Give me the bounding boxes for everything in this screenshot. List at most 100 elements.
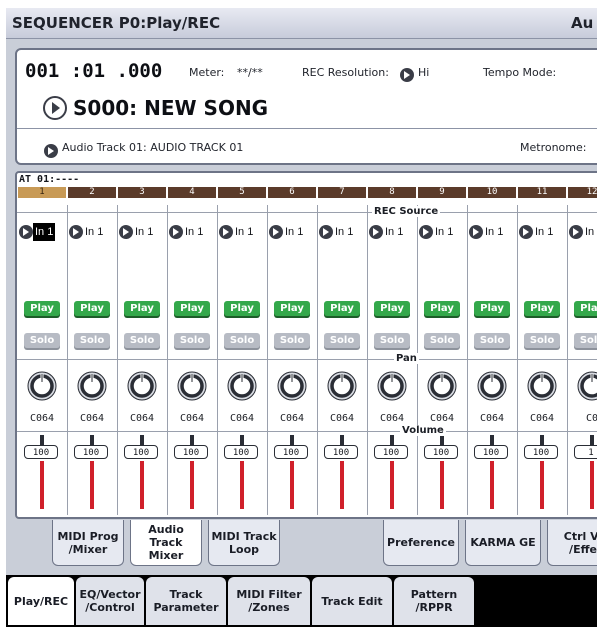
rec-resolution-value[interactable]: Hi (418, 66, 429, 79)
tab-ctrl-view-effects[interactable]: Ctrl Vi /Effe (547, 520, 597, 566)
rec-source-select[interactable]: In 1 (269, 223, 305, 241)
tab-midi-track-loop[interactable]: MIDI Track Loop (208, 520, 280, 566)
play-button[interactable]: Play (24, 301, 60, 316)
channel-number[interactable]: 5 (218, 187, 266, 198)
rec-resolution-popup-icon[interactable] (400, 64, 414, 83)
fader-handle[interactable]: 100 (224, 445, 258, 459)
rec-source-select[interactable]: In 1 (169, 223, 205, 241)
fader-handle[interactable]: 100 (324, 445, 358, 459)
play-button[interactable]: Play (224, 301, 260, 316)
rec-source-select[interactable]: In 1 (569, 223, 597, 241)
volume-fader[interactable]: 100 (167, 433, 217, 513)
play-button[interactable]: Play (124, 301, 160, 316)
rec-source-select[interactable]: In 1 (69, 223, 105, 241)
rec-source-select[interactable]: In 1 (19, 223, 56, 242)
play-button[interactable]: Play (524, 301, 560, 316)
solo-button[interactable]: Solo (574, 333, 597, 348)
rec-source-select[interactable]: In 1 (319, 223, 355, 241)
solo-button[interactable]: Solo (274, 333, 310, 348)
fader-handle[interactable]: 100 (274, 445, 308, 459)
rec-source-select[interactable]: In 1 (469, 223, 505, 241)
volume-fader[interactable]: 1 (567, 433, 597, 513)
play-button[interactable]: Play (424, 301, 460, 316)
meter-value[interactable]: **/** (237, 66, 263, 79)
pan-knob[interactable] (77, 371, 107, 401)
fader-handle[interactable]: 100 (74, 445, 108, 459)
volume-fader[interactable]: 100 (417, 433, 467, 513)
tab-audio-track-mixer[interactable]: Audio Track Mixer (130, 520, 202, 566)
track-select-value[interactable]: Audio Track 01: AUDIO TRACK 01 (62, 141, 243, 154)
solo-button[interactable]: Solo (474, 333, 510, 348)
fader-handle[interactable]: 100 (374, 445, 408, 459)
volume-fader[interactable]: 100 (67, 433, 117, 513)
volume-fader[interactable]: 100 (117, 433, 167, 513)
solo-button[interactable]: Solo (524, 333, 560, 348)
pan-knob[interactable] (227, 371, 257, 401)
tab-midi-filter-zones[interactable]: MIDI Filter /Zones (228, 577, 310, 625)
volume-fader[interactable]: 100 (317, 433, 367, 513)
channel-number[interactable]: 7 (318, 187, 366, 198)
rec-source-select[interactable]: In 1 (419, 223, 455, 241)
solo-button[interactable]: Solo (174, 333, 210, 348)
pan-knob[interactable] (577, 371, 597, 401)
pan-knob[interactable] (377, 371, 407, 401)
tab-play-rec[interactable]: Play/REC (8, 577, 74, 625)
channel-number[interactable]: 10 (468, 187, 516, 198)
play-button[interactable]: Play (74, 301, 110, 316)
fader-handle[interactable]: 100 (174, 445, 208, 459)
pan-knob[interactable] (27, 371, 57, 401)
solo-button[interactable]: Solo (374, 333, 410, 348)
volume-fader[interactable]: 100 (367, 433, 417, 513)
song-select-icon[interactable] (43, 96, 67, 120)
rec-source-select[interactable]: In 1 (219, 223, 255, 241)
pan-knob[interactable] (177, 371, 207, 401)
fader-handle[interactable]: 100 (424, 445, 458, 459)
tab-preference[interactable]: Preference (383, 520, 459, 566)
tab-midi-prog-mixer[interactable]: MIDI Prog /Mixer (52, 520, 124, 566)
tab-track-edit[interactable]: Track Edit (312, 577, 392, 625)
track-select-icon[interactable] (44, 140, 58, 159)
volume-fader[interactable]: 100 (517, 433, 567, 513)
channel-number[interactable]: 2 (68, 187, 116, 198)
solo-button[interactable]: Solo (24, 333, 60, 348)
solo-button[interactable]: Solo (74, 333, 110, 348)
pan-knob[interactable] (327, 371, 357, 401)
volume-fader[interactable]: 100 (467, 433, 517, 513)
solo-button[interactable]: Solo (224, 333, 260, 348)
pan-knob[interactable] (127, 371, 157, 401)
channel-number[interactable]: 8 (368, 187, 416, 198)
pan-knob[interactable] (427, 371, 457, 401)
rec-source-select[interactable]: In 1 (369, 223, 405, 241)
song-name[interactable]: S000: NEW SONG (73, 96, 268, 120)
solo-button[interactable]: Solo (424, 333, 460, 348)
channel-number[interactable]: 9 (418, 187, 466, 198)
volume-fader[interactable]: 100 (17, 433, 67, 513)
channel-number[interactable]: 1 (18, 187, 66, 198)
play-button[interactable]: Play (174, 301, 210, 316)
channel-number[interactable]: 6 (268, 187, 316, 198)
volume-fader[interactable]: 100 (267, 433, 317, 513)
fader-handle[interactable]: 100 (524, 445, 558, 459)
fader-handle[interactable]: 100 (124, 445, 158, 459)
pan-knob[interactable] (277, 371, 307, 401)
channel-number[interactable]: 12 (568, 187, 597, 198)
solo-button[interactable]: Solo (324, 333, 360, 348)
play-button[interactable]: Play (474, 301, 510, 316)
play-button[interactable]: Play (574, 301, 597, 316)
play-button[interactable]: Play (324, 301, 360, 316)
play-button[interactable]: Play (274, 301, 310, 316)
pan-knob[interactable] (477, 371, 507, 401)
tab-eq-vector-control[interactable]: EQ/Vector /Control (76, 577, 144, 625)
fader-handle[interactable]: 100 (474, 445, 508, 459)
pan-knob[interactable] (527, 371, 557, 401)
rec-source-select[interactable]: In 1 (119, 223, 155, 241)
location-display[interactable]: 001 :01 .000 (25, 60, 162, 82)
tab-karma-ge[interactable]: KARMA GE (465, 520, 541, 566)
play-button[interactable]: Play (374, 301, 410, 316)
channel-number[interactable]: 3 (118, 187, 166, 198)
fader-handle[interactable]: 100 (24, 445, 58, 459)
volume-fader[interactable]: 100 (217, 433, 267, 513)
tab-pattern-rppr[interactable]: Pattern /RPPR (394, 577, 474, 625)
fader-handle[interactable]: 1 (574, 445, 597, 459)
solo-button[interactable]: Solo (124, 333, 160, 348)
